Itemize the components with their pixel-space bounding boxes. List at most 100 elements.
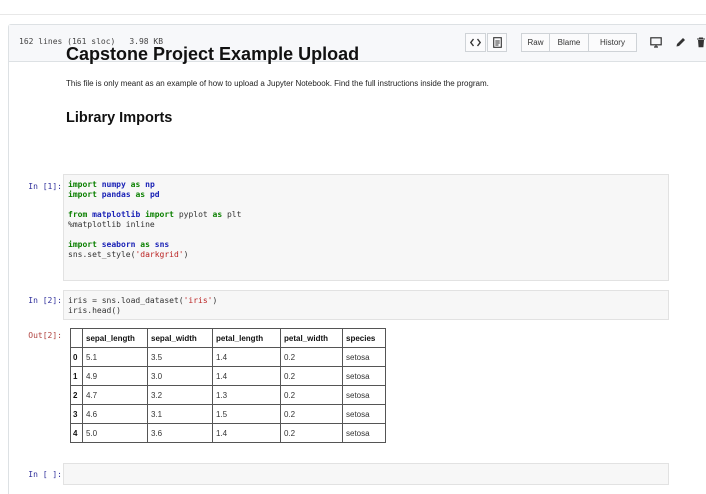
table-cell: 1.3	[212, 385, 281, 405]
cell-1-prompt: In [1]:	[28, 182, 62, 191]
code-token: as	[212, 210, 223, 219]
document-icon	[492, 37, 502, 48]
pencil-icon	[676, 38, 685, 47]
table-header-row: sepal_length sepal_width petal_length petal…	[70, 328, 386, 348]
table-cell: 3.1	[147, 404, 213, 424]
table-cell: 0.2	[280, 423, 343, 443]
code-token: iris.head()	[68, 306, 121, 315]
code-token: seaborn	[101, 240, 136, 249]
section-heading: Library Imports	[66, 110, 173, 126]
top-divider	[0, 14, 706, 15]
open-desktop-button[interactable]	[649, 34, 663, 51]
table-cell: 4.9	[82, 366, 148, 386]
history-button[interactable]: History	[588, 33, 637, 52]
notebook-title: Capstone Project Example Upload	[66, 44, 360, 64]
table-cell: 5.0	[82, 423, 148, 443]
row-index: 3	[70, 404, 83, 424]
table-row: 4 5.0 3.6 1.4 0.2 setosa	[70, 423, 386, 443]
column-header: petal_length	[212, 328, 281, 348]
table-cell: 1.4	[212, 366, 281, 386]
code-cell-3[interactable]	[63, 463, 669, 485]
raw-button[interactable]: Raw	[521, 33, 550, 52]
code-cell-1[interactable]: import numpy as np import pandas as pd fro…	[63, 174, 669, 281]
code-token: matplotlib	[92, 210, 141, 219]
table-cell: 4.7	[82, 385, 148, 405]
table-cell: setosa	[342, 366, 386, 386]
column-header: species	[342, 328, 386, 348]
row-index: 1	[70, 366, 83, 386]
table-cell: 1.4	[212, 347, 281, 367]
table-cell: setosa	[342, 347, 386, 367]
code-token: numpy	[101, 180, 126, 189]
table-cell: 3.0	[147, 366, 213, 386]
code-token: import	[68, 180, 97, 189]
row-index: 4	[70, 423, 83, 443]
code-token: pyplot	[174, 210, 213, 219]
table-row: 1 4.9 3.0 1.4 0.2 setosa	[70, 366, 386, 386]
code-icon	[469, 38, 482, 47]
code-token: 'darkgrid'	[135, 250, 184, 259]
display-source-button[interactable]	[465, 33, 486, 52]
code-token: sns.set_style(	[68, 250, 136, 259]
code-line: import seaborn as sns	[68, 240, 241, 250]
code-line: iris.head()	[68, 306, 217, 316]
cell-2-prompt: In [2]:	[28, 296, 62, 305]
code-token: iris = sns.load_dataset(	[68, 296, 184, 305]
edit-file-button[interactable]	[673, 34, 687, 51]
table-cell: setosa	[342, 404, 386, 424]
code-token: from	[68, 210, 88, 219]
code-cell-2[interactable]: iris = sns.load_dataset('iris') iris.head…	[63, 290, 669, 320]
table-cell: setosa	[342, 423, 386, 443]
code-token: sns	[154, 240, 170, 249]
table-cell: 0.2	[280, 385, 343, 405]
code-token: np	[145, 180, 155, 189]
code-token: as	[140, 240, 150, 249]
dataframe-table: sepal_length sepal_width petal_length petal…	[70, 328, 386, 443]
table-cell: 3.5	[147, 347, 213, 367]
table-cell: 3.6	[147, 423, 213, 443]
table-cell: 5.1	[82, 347, 148, 367]
code-cell-1-source: import numpy as np import pandas as pd fro…	[68, 180, 241, 260]
display-rendered-button[interactable]	[487, 33, 507, 52]
desktop-icon	[650, 37, 662, 48]
code-token: as	[135, 190, 146, 199]
code-token: pandas	[101, 190, 131, 199]
code-token: as	[130, 180, 141, 189]
table-cell: 0.2	[280, 404, 343, 424]
code-token: )	[212, 296, 218, 305]
column-header	[70, 328, 83, 348]
code-line: %matplotlib inline	[68, 220, 241, 230]
table-cell: 1.4	[212, 423, 281, 443]
table-row: 3 4.6 3.1 1.5 0.2 setosa	[70, 404, 386, 424]
code-line: import numpy as np	[68, 180, 241, 190]
table-cell: setosa	[342, 385, 386, 405]
code-token: import	[145, 210, 174, 219]
column-header: sepal_width	[147, 328, 213, 348]
code-line: import pandas as pd	[68, 190, 241, 200]
table-row: 0 5.1 3.5 1.4 0.2 setosa	[70, 347, 386, 367]
code-line: sns.set_style('darkgrid')	[68, 250, 241, 260]
table-cell: 0.2	[280, 347, 343, 367]
notebook-description: This file is only meant as an example of…	[66, 79, 489, 88]
code-token: plt	[222, 210, 242, 219]
blame-button[interactable]: Blame	[549, 33, 589, 52]
code-line: iris = sns.load_dataset('iris')	[68, 296, 217, 306]
delete-file-button[interactable]	[695, 34, 706, 51]
code-cell-2-source: iris = sns.load_dataset('iris') iris.head…	[68, 296, 217, 316]
code-token: 'iris'	[183, 296, 213, 305]
code-token: import	[68, 190, 97, 199]
table-cell: 0.2	[280, 366, 343, 386]
code-line: from matplotlib import pyplot as plt	[68, 210, 241, 220]
trash-icon	[697, 37, 705, 48]
row-index: 0	[70, 347, 83, 367]
table-body: 0 5.1 3.5 1.4 0.2 setosa 1 4.9 3.0 1.4 0.2 setosa 2 4…	[70, 347, 386, 443]
table-row: 2 4.7 3.2 1.3 0.2 setosa	[70, 385, 386, 405]
table-cell: 4.6	[82, 404, 148, 424]
code-token: )	[183, 250, 189, 259]
output-prompt: Out[2]:	[28, 331, 62, 340]
code-token: import	[68, 240, 97, 249]
table-cell: 1.5	[212, 404, 281, 424]
code-token: %matplotlib inline	[68, 220, 155, 229]
